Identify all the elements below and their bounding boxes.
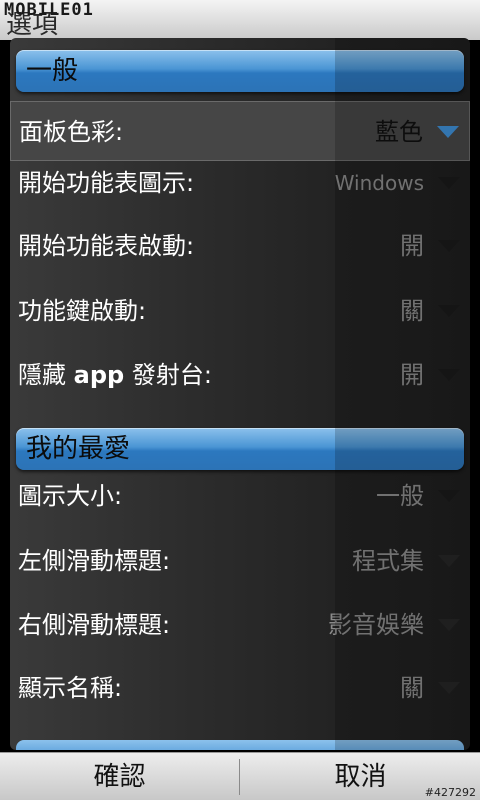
option-row-start-menu-icon[interactable]: 開始功能表圖示: Windows xyxy=(10,153,470,213)
option-label: 開始功能表圖示: xyxy=(18,169,195,197)
option-row-start-menu-launch[interactable]: 開始功能表啟動: 開 xyxy=(10,216,470,276)
option-label: 圖示大小: xyxy=(18,482,123,510)
section-header-next-peek xyxy=(16,740,464,750)
dropdown-arrow-icon[interactable] xyxy=(438,369,460,381)
option-label: 左側滑動標題: xyxy=(18,547,171,575)
section-header-favorites: 我的最愛 xyxy=(16,428,464,470)
confirm-button[interactable]: 確認 xyxy=(0,753,239,800)
option-value: 關 xyxy=(400,674,424,702)
option-row-left-slide-title[interactable]: 左側滑動標題: 程式集 xyxy=(10,531,470,591)
option-row-hotkey-launch[interactable]: 功能鍵啟動: 關 xyxy=(10,281,470,341)
title-bar: 選項 MOBILE01 xyxy=(0,0,480,40)
option-row-show-names[interactable]: 顯示名稱: 關 xyxy=(10,658,470,718)
option-row-right-slide-title[interactable]: 右側滑動標題: 影音娛樂 xyxy=(10,595,470,655)
dropdown-arrow-icon[interactable] xyxy=(438,555,460,567)
option-value: 一般 xyxy=(376,482,424,510)
option-row-icon-size[interactable]: 圖示大小: 一般 xyxy=(10,466,470,526)
option-value: 程式集 xyxy=(352,547,424,575)
dropdown-arrow-icon[interactable] xyxy=(437,126,459,138)
option-label: 隱藏 app 發射台: xyxy=(18,361,212,389)
dropdown-arrow-icon[interactable] xyxy=(438,240,460,252)
watermark-logo: MOBILE01 xyxy=(4,0,94,20)
option-value: 開 xyxy=(400,361,424,389)
options-panel[interactable]: 一般 面板色彩: 藍色 開始功能表圖示: Windows 開始功能表啟動: 開 … xyxy=(10,38,470,750)
dropdown-arrow-icon[interactable] xyxy=(438,490,460,502)
dropdown-arrow-icon[interactable] xyxy=(438,177,460,189)
option-label: 功能鍵啟動: xyxy=(18,297,147,325)
option-row-skin-color[interactable]: 面板色彩: 藍色 xyxy=(10,101,470,161)
dropdown-arrow-icon[interactable] xyxy=(438,682,460,694)
section-header-general: 一般 xyxy=(16,50,464,92)
option-label: 右側滑動標題: xyxy=(18,611,171,639)
option-value: 影音娛樂 xyxy=(328,611,424,639)
option-value: 關 xyxy=(400,297,424,325)
option-label: 顯示名稱: xyxy=(18,674,123,702)
watermark-id: #427292 xyxy=(424,786,476,799)
options-screen: 選項 MOBILE01 一般 面板色彩: 藍色 開始功能表圖示: Windows… xyxy=(0,0,480,800)
dropdown-arrow-icon[interactable] xyxy=(438,619,460,631)
option-label: 開始功能表啟動: xyxy=(18,232,195,260)
dropdown-arrow-icon[interactable] xyxy=(438,305,460,317)
option-value: 開 xyxy=(400,232,424,260)
option-row-hide-app-launcher[interactable]: 隱藏 app 發射台: 開 xyxy=(10,345,470,405)
softkey-divider xyxy=(239,759,240,795)
option-value: Windows xyxy=(334,171,424,195)
softkey-bar: 確認 取消 #427292 xyxy=(0,752,480,800)
